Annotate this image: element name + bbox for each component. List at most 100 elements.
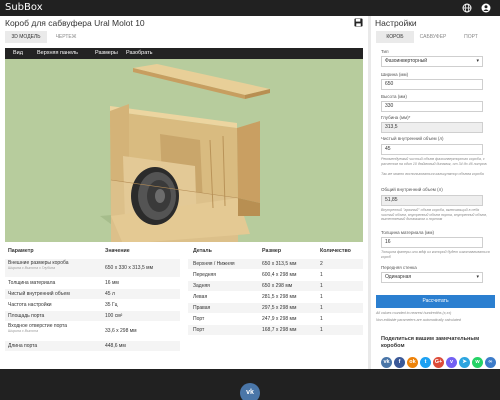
part-name: Порт [193,327,205,333]
part-qty: 1 [320,305,323,311]
parts-table: Деталь Размер Количество Верхняя / Нижня… [188,245,363,345]
table-row: Внешние размеры короба Ширина x Высота x… [5,259,180,277]
table-row: Площадь порта 100 см² [5,311,180,321]
param-name: Толщина материала [8,280,56,286]
google-plus-share-icon[interactable]: G+ [433,357,444,368]
front-wall-select[interactable]: Одинарная ▾ [381,272,483,283]
chevron-down-icon: ▾ [476,58,479,64]
main-panel: Короб для сабвуфера Ural Molot 10 3D МОД… [0,16,368,369]
part-name: Левая [193,294,208,300]
thickness-input[interactable]: 16 [381,237,483,248]
param-name: Частота настройки [8,302,52,308]
facebook-share-icon[interactable]: f [394,357,405,368]
link-share-icon[interactable]: ∞ [485,357,496,368]
part-name: Передняя [193,272,216,278]
note-auto-calc: Non-editable parameters are automaticall… [376,318,461,322]
height-input[interactable]: 330 [381,101,483,112]
table-row: Чистый внутренний объем 45 л [5,289,180,299]
table-row: Длина порта 448,6 мм [5,341,180,351]
telegram-share-icon[interactable]: ➤ [459,357,470,368]
param-value: 35 Гц [105,302,118,308]
table-row: Входное отверстие порта Ширина x Высота … [5,322,180,340]
table-row: Задняя 650 x 298 мм 1 [188,281,363,291]
net-volume-hint: Рекомендуемый чистый объем фазоинверторн… [381,157,488,166]
volume-calculator-link[interactable]: Так же можно воспользоваться калькулятор… [381,172,491,177]
user-icon[interactable] [481,3,491,13]
settings-panel: Настройки КОРОБ САБВУФЕР ПОРТ Тип Фазоин… [371,16,500,369]
gross-volume-field: 51,85 [381,195,483,206]
param-name: Чистый внутренний объем [8,291,70,297]
type-select[interactable]: Фазоинверторный ▾ [381,56,483,67]
tab-subwoofer[interactable]: САБВУФЕР [414,31,452,43]
note-rounding: All values rounded to nearest hundredths… [376,311,452,315]
tab-3d-model[interactable]: 3D МОДЕЛЬ [5,31,47,43]
param-subtitle: Ширина x Высота [8,329,39,333]
front-wall-label: Передняя стенка [381,265,417,270]
thickness-hint: Толщина фанеры или мдф из которой будет … [381,250,490,259]
gross-volume-hint: Внутренний "грязный" объем короба, включ… [381,208,487,222]
column-header: Размер [262,248,282,254]
type-select-value: Фазоинверторный [385,58,428,64]
part-name: Порт [193,316,205,322]
table-row: Порт 247,9 x 298 мм 1 [188,314,363,324]
vk-share-icon[interactable]: vk [381,357,392,368]
odnoklassniki-share-icon[interactable]: ok [407,357,418,368]
table-row: Левая 281,5 x 298 мм 1 [188,292,363,302]
settings-title: Настройки [375,18,417,28]
width-input[interactable]: 650 [381,79,483,90]
part-size: 600,4 x 298 мм [262,272,297,278]
param-value: 650 x 330 x 313,5 мм [105,265,154,271]
param-value: 16 мм [105,280,119,286]
depth-field: 313,5 [381,122,483,133]
tab-port[interactable]: ПОРТ [452,31,490,43]
param-value: 33,6 x 298 мм [105,328,137,334]
width-label: Ширина (мм) [381,72,409,77]
part-size: 247,9 x 298 мм [262,316,297,322]
footer: vk [0,369,500,400]
param-value: 100 см² [105,313,123,319]
table-row: Верхняя / Нижняя 650 x 313,5 мм 2 [188,259,363,269]
column-header: Параметр [8,248,34,254]
depth-label: Глубина (мм)* [381,115,411,120]
part-qty: 1 [320,283,323,289]
vk-icon[interactable]: vk [240,383,260,400]
part-qty: 2 [320,261,323,267]
whatsapp-share-icon[interactable]: w [472,357,483,368]
param-name: Длина порта [8,343,38,349]
type-label: Тип [381,49,389,54]
thickness-label: Толщина материала (мм) [381,230,434,235]
floppy-icon[interactable] [354,18,363,27]
app-logo[interactable]: SubBox [5,2,43,13]
table-row: Правая 297,5 x 298 мм 1 [188,303,363,313]
tab-box[interactable]: КОРОБ [376,31,414,43]
viber-share-icon[interactable]: v [446,357,457,368]
column-header: Деталь [193,248,212,254]
front-wall-value: Одинарная [385,274,412,280]
param-value: 448,6 мм [105,343,126,349]
part-name: Задняя [193,283,210,289]
column-header: Количество [320,248,351,254]
part-size: 297,5 x 298 мм [262,305,297,311]
globe-icon[interactable] [462,3,472,13]
net-volume-input[interactable]: 45 [381,144,483,155]
3d-viewer[interactable]: Вид Верхняя панель Размеры Разобрать [5,48,363,242]
net-volume-label: Чистый внутренний объем (л) [381,136,444,141]
part-size: 168,7 x 298 мм [262,327,297,333]
table-row: Порт 168,7 x 298 мм 1 [188,325,363,335]
param-subtitle: Ширина x Высота x Глубина [8,266,56,270]
part-name: Правая [193,305,211,311]
calculate-button[interactable]: Рассчитать [376,295,495,308]
gross-volume-label: Общий внутренний объем (л) [381,187,443,192]
page-title: Короб для сабвуфера Ural Molot 10 [5,18,145,28]
part-qty: 1 [320,294,323,300]
table-row: Толщина материала 16 мм [5,278,180,288]
tab-drawing[interactable]: ЧЕРТЕЖ [47,31,85,43]
share-title: Поделиться вашим замечательным коробом [381,336,480,349]
part-size: 650 x 298 мм [262,283,293,289]
chevron-down-icon: ▾ [476,274,479,280]
top-bar: SubBox [0,0,500,16]
parameters-table: Параметр Значение Внешние размеры короба… [5,245,180,361]
subwoofer-box-model [100,64,270,242]
part-qty: 1 [320,327,323,333]
twitter-share-icon[interactable]: t [420,357,431,368]
